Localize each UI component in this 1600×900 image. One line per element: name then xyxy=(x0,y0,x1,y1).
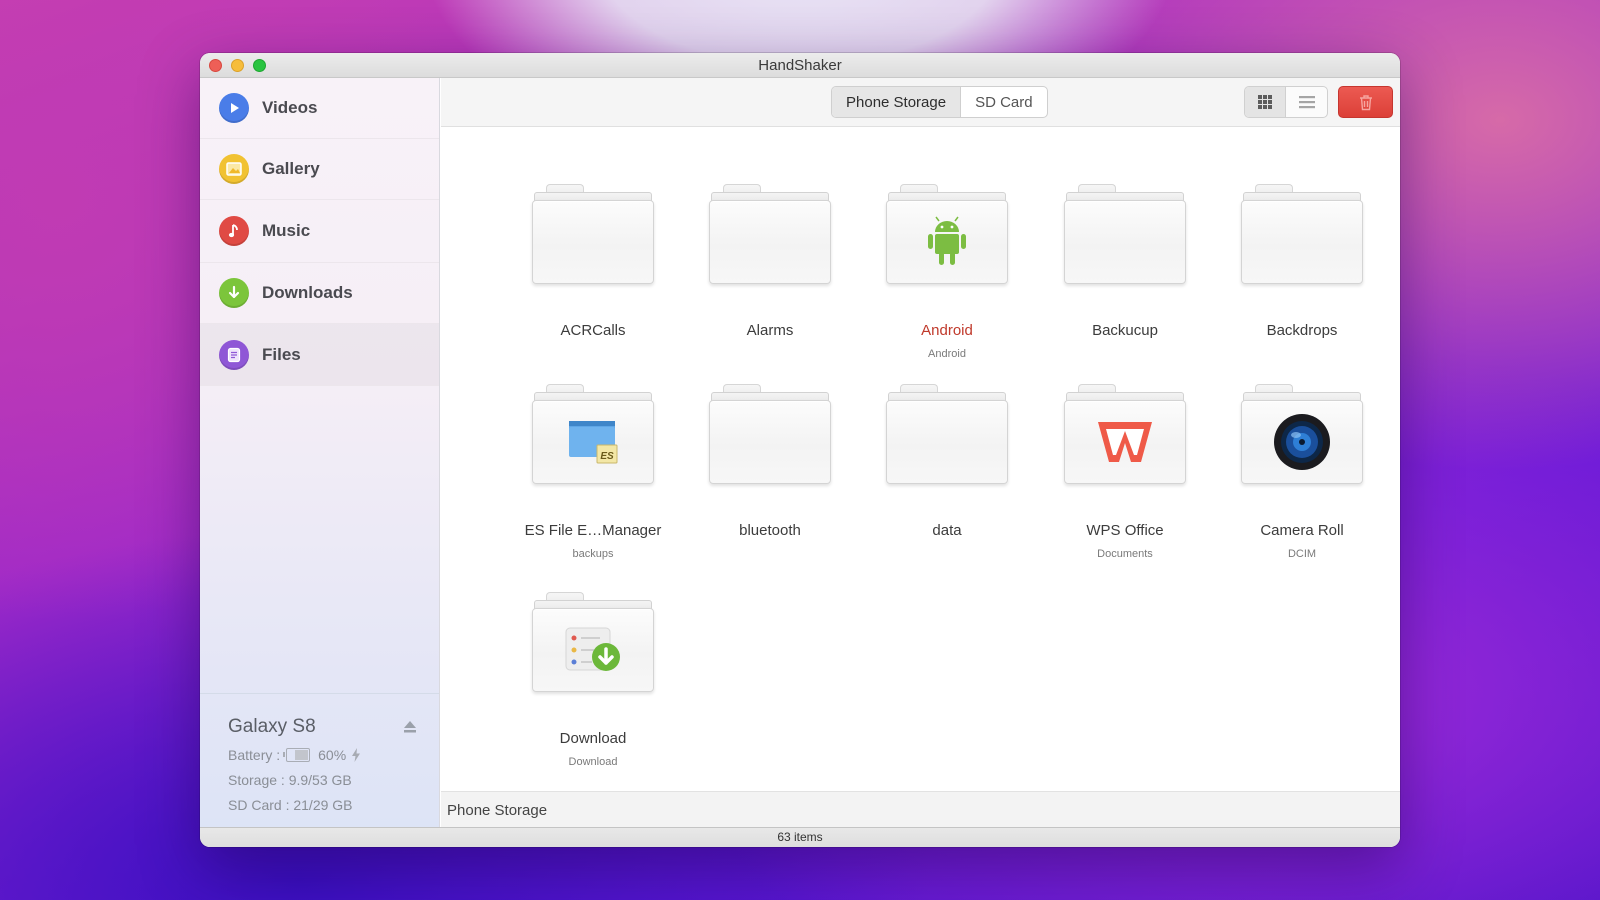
battery-status: Battery : 60% xyxy=(228,747,439,763)
folder-name: Download xyxy=(559,730,627,747)
title-bar: HandShaker xyxy=(200,53,1400,78)
folder-icon: ES xyxy=(532,384,654,484)
battery-level-fill xyxy=(294,750,309,760)
file-grid: ACRCalls Alarms Android Android Backucup Back… xyxy=(441,127,1400,787)
folder-item[interactable]: Camera Roll DCIM xyxy=(1214,384,1390,560)
minimize-window-button[interactable] xyxy=(231,59,244,72)
grid-view-button[interactable] xyxy=(1245,87,1286,117)
status-bar: 63 items xyxy=(200,827,1400,847)
sidebar-item-label: Gallery xyxy=(262,159,320,178)
eject-icon[interactable] xyxy=(403,720,417,734)
folder-icon xyxy=(1064,384,1186,484)
folder-icon xyxy=(709,184,831,284)
folder-item[interactable]: ES ES File E…Manager backups xyxy=(505,384,681,560)
main-panel: Phone Storage SD Card ACRCalls Alarms An… xyxy=(441,78,1400,827)
folder-icon xyxy=(1064,184,1186,284)
camera-lens-icon xyxy=(1273,413,1331,471)
close-window-button[interactable] xyxy=(209,59,222,72)
sidebar: Videos Gallery Music Downloads Files Gal… xyxy=(200,78,440,827)
path-bar: Phone Storage xyxy=(441,791,1400,827)
folder-icon xyxy=(1241,384,1363,484)
folder-item[interactable]: Android Android xyxy=(859,184,1035,360)
delete-button[interactable] xyxy=(1338,86,1393,118)
folder-icon xyxy=(886,184,1008,284)
folder-icon xyxy=(886,384,1008,484)
document-icon xyxy=(219,339,249,370)
folder-name: data xyxy=(932,522,962,539)
folder-name: Android xyxy=(921,322,973,339)
folder-subtitle: Android xyxy=(928,348,966,360)
folder-item[interactable]: Backucup xyxy=(1037,184,1213,339)
folder-item[interactable]: bluetooth xyxy=(682,384,858,539)
view-mode-toggle xyxy=(1244,86,1328,118)
sidebar-item-music[interactable]: Music xyxy=(200,200,439,263)
sd-card-status: SD Card : 21/29 GB xyxy=(228,797,353,813)
storage-status: Storage : 9.9/53 GB xyxy=(228,772,352,788)
folder-item[interactable]: Alarms xyxy=(682,184,858,339)
sidebar-item-label: Music xyxy=(262,221,311,240)
tab-sd-card[interactable]: SD Card xyxy=(961,87,1047,117)
storage-segmented-control: Phone Storage SD Card xyxy=(831,86,1048,118)
folder-subtitle: Documents xyxy=(1097,548,1153,560)
folder-icon xyxy=(532,184,654,284)
sidebar-item-label: Videos xyxy=(262,98,318,117)
download-list-icon xyxy=(564,625,622,675)
folder-name: Backucup xyxy=(1092,322,1158,339)
toolbar: Phone Storage SD Card xyxy=(441,78,1400,127)
app-window: HandShaker Videos Gallery Music Download… xyxy=(200,53,1400,847)
list-view-icon xyxy=(1298,96,1315,109)
sidebar-item-label: Files xyxy=(262,344,301,364)
folder-name: ES File E…Manager xyxy=(524,522,662,539)
list-view-button[interactable] xyxy=(1286,87,1327,117)
folder-icon xyxy=(532,592,654,692)
folder-name: WPS Office xyxy=(1086,522,1164,539)
sidebar-item-downloads[interactable]: Downloads xyxy=(200,263,439,324)
trash-icon xyxy=(1359,94,1372,110)
folder-name: Camera Roll xyxy=(1260,522,1344,539)
folder-subtitle: Download xyxy=(568,756,618,768)
image-icon xyxy=(219,154,249,184)
grid-view-icon xyxy=(1258,95,1272,109)
folder-name: Alarms xyxy=(746,322,794,339)
folder-name: Backdrops xyxy=(1266,322,1338,339)
folder-item[interactable]: Backdrops xyxy=(1214,184,1390,339)
svg-text:ES: ES xyxy=(600,451,614,462)
folder-item[interactable]: ACRCalls xyxy=(505,184,681,339)
es-file-explorer-icon: ES xyxy=(567,419,619,465)
battery-icon xyxy=(283,748,311,762)
folder-icon xyxy=(1241,184,1363,284)
window-controls xyxy=(209,59,266,72)
wps-office-icon xyxy=(1095,417,1155,467)
folder-item[interactable]: data xyxy=(859,384,1035,539)
download-arrow-icon xyxy=(219,278,249,308)
play-icon xyxy=(219,93,249,123)
folder-item[interactable]: WPS Office Documents xyxy=(1037,384,1213,560)
sidebar-item-videos[interactable]: Videos xyxy=(200,78,439,139)
tab-phone-storage[interactable]: Phone Storage xyxy=(832,87,962,117)
sidebar-item-label: Downloads xyxy=(262,283,353,302)
zoom-window-button[interactable] xyxy=(253,59,266,72)
folder-item[interactable]: Download Download xyxy=(505,592,681,768)
folder-icon xyxy=(709,384,831,484)
sidebar-item-files[interactable]: Files xyxy=(200,324,439,386)
folder-name: ACRCalls xyxy=(560,322,626,339)
device-info-panel: Galaxy S8 Battery : 60% Storage : 9.9/53… xyxy=(200,693,439,827)
android-icon xyxy=(925,214,969,270)
music-note-icon xyxy=(219,216,249,246)
charging-bolt-icon xyxy=(352,748,361,762)
battery-label: Battery : xyxy=(228,747,281,763)
folder-name: bluetooth xyxy=(739,522,801,539)
window-title: HandShaker xyxy=(758,56,842,74)
folder-subtitle: DCIM xyxy=(1287,548,1317,560)
sidebar-item-gallery[interactable]: Gallery xyxy=(200,139,439,200)
folder-subtitle: backups xyxy=(572,548,614,560)
battery-percent: 60% xyxy=(318,747,347,763)
